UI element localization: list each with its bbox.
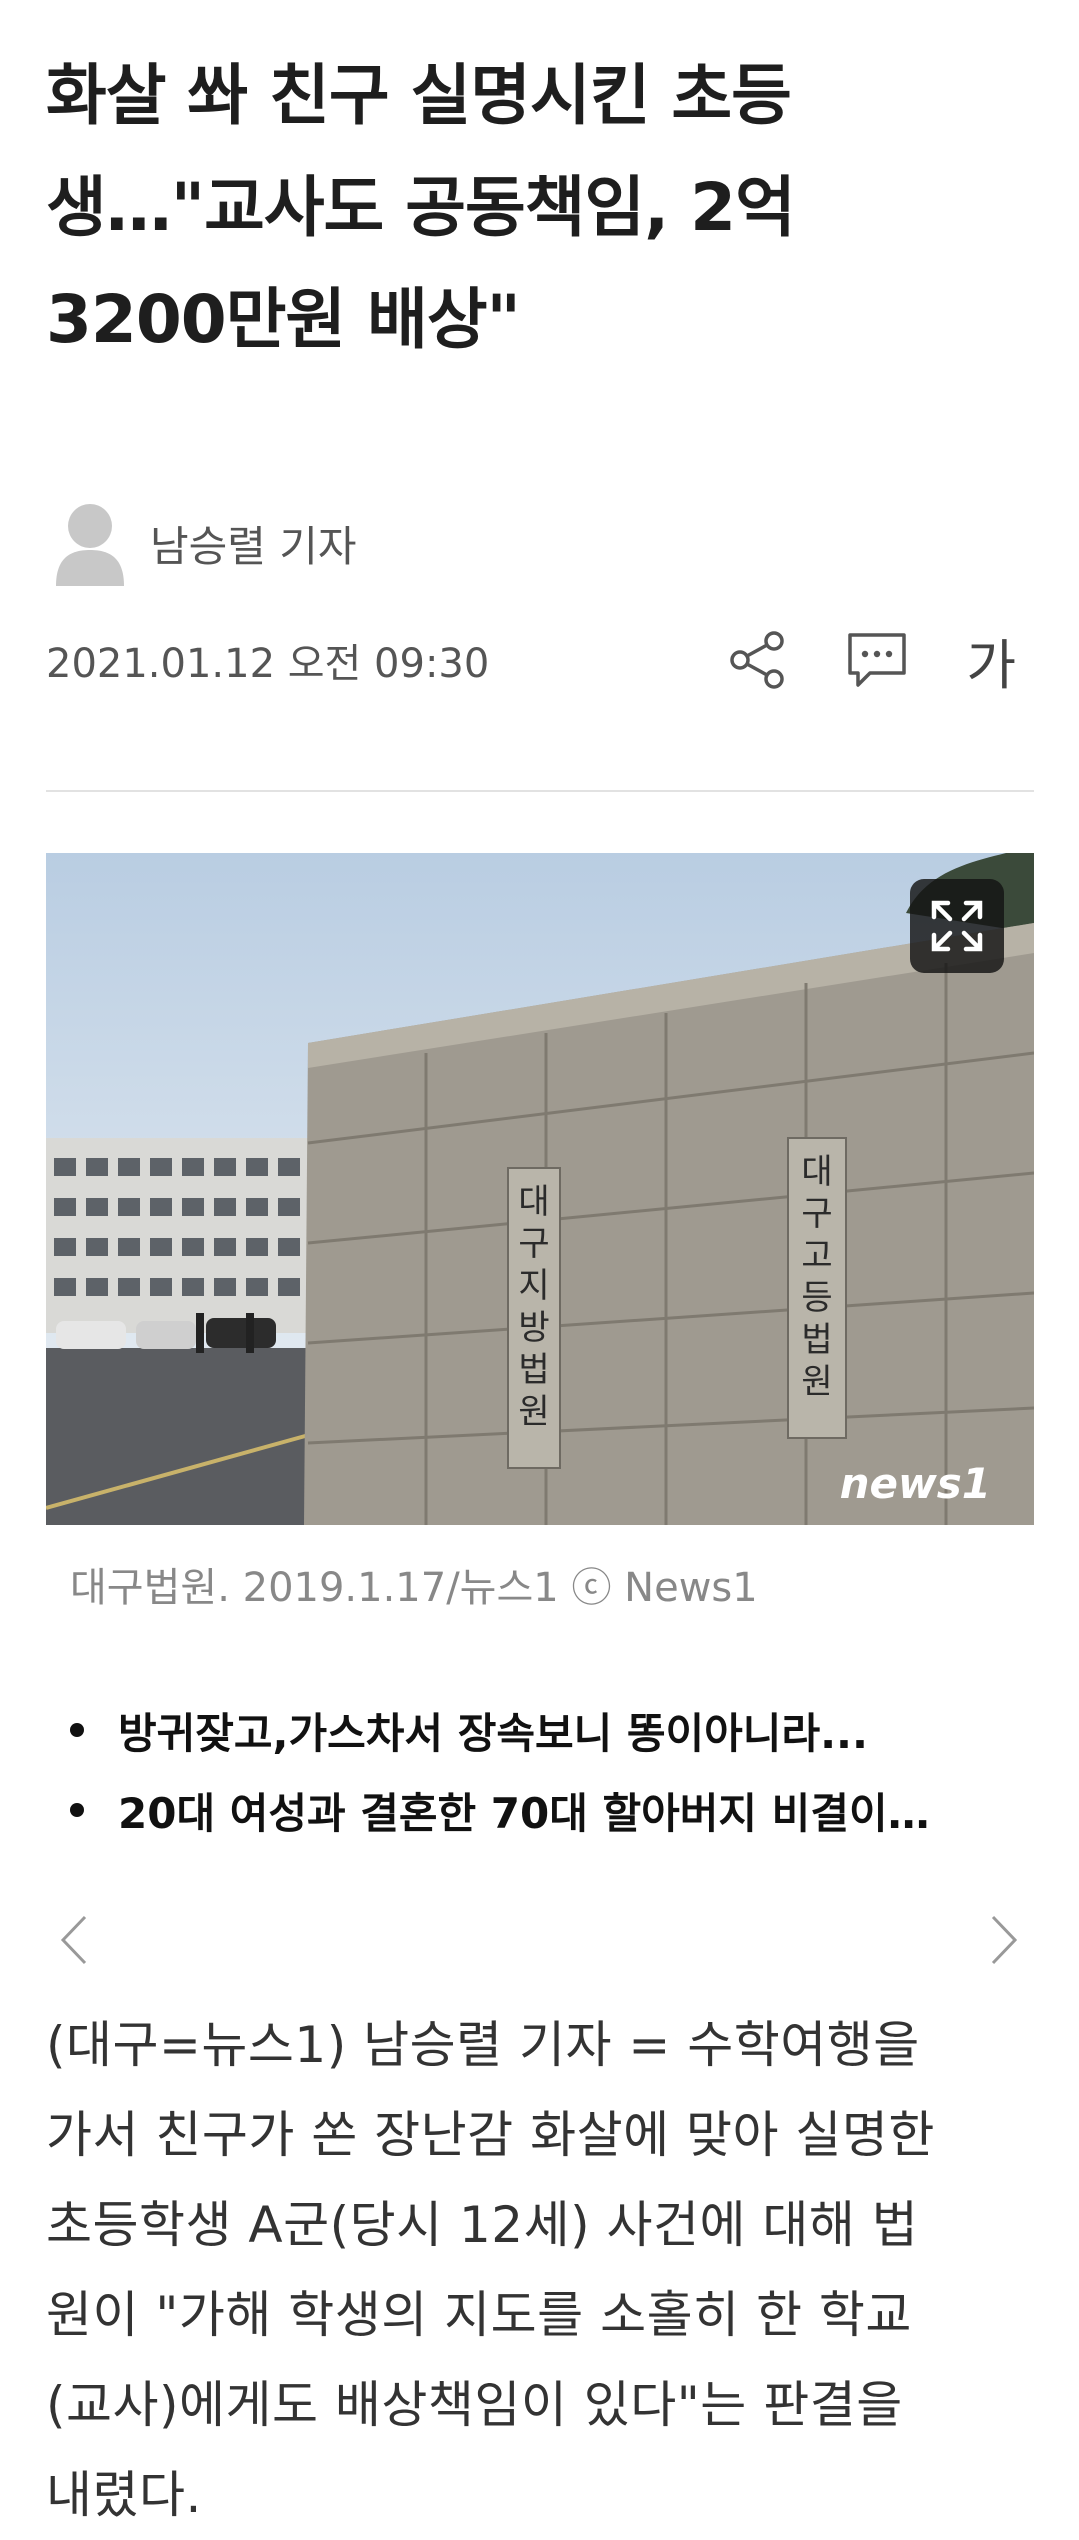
- font-size-label: 가: [966, 633, 1016, 697]
- related-articles: 방귀잦고,가스차서 장속보니 똥이아니라... 20대 여성과 결혼한 70대 …: [70, 1690, 930, 1850]
- publish-date: 2021.01.12 오전 09:30: [46, 641, 490, 687]
- bullet-icon: [70, 1803, 84, 1817]
- body-line: 원이 "가해 학생의 지도를 소홀히 한 학교: [46, 2286, 912, 2344]
- article-photo[interactable]: 대구지방법원 대구고등법원 news1: [46, 853, 1034, 1525]
- headline-line: 화살 쏴 친구 실명시킨 초등: [46, 57, 792, 134]
- prev-related-button[interactable]: [52, 1910, 96, 1970]
- headline-line: 생…"교사도 공동책임, 2억: [46, 169, 796, 246]
- chevron-right-icon: [991, 1915, 1018, 1965]
- related-article-item[interactable]: 20대 여성과 결혼한 70대 할아버지 비결이…: [70, 1770, 930, 1850]
- chevron-left-icon: [60, 1915, 87, 1965]
- headline-line: 3200만원 배상": [46, 281, 521, 358]
- article-tools: 가: [670, 621, 1016, 700]
- comment-icon: [848, 633, 907, 687]
- photo-caption: 대구법원. 2019.1.17/뉴스1 ⓒ News1: [70, 1565, 758, 1611]
- body-line: (대구=뉴스1) 남승렬 기자 = 수학여행을: [46, 2016, 920, 2074]
- body-line: 가서 친구가 쏜 장난감 화살에 맞아 실명한: [46, 2106, 935, 2164]
- related-article-title[interactable]: 방귀잦고,가스차서 장속보니 똥이아니라...: [118, 1700, 868, 1761]
- body-line: (교사)에게도 배상책임이 있다"는 판결을: [46, 2376, 903, 2434]
- divider: [46, 790, 1034, 792]
- article-headline: 화살 쏴 친구 실명시킨 초등 생…"교사도 공동책임, 2억 3200만원 배…: [46, 40, 1026, 376]
- font-size-button[interactable]: 가: [966, 621, 1016, 700]
- share-icon: [730, 631, 785, 689]
- body-line: 내렸다.: [46, 2466, 202, 2524]
- bullet-icon: [70, 1723, 84, 1737]
- expand-icon: [931, 900, 983, 952]
- share-button[interactable]: [728, 629, 788, 691]
- author-name[interactable]: 남승렬 기자: [150, 513, 357, 574]
- person-silhouette-icon: [52, 500, 128, 586]
- body-line: 초등학생 A군(당시 12세) 사건에 대해 법: [46, 2196, 919, 2254]
- article-meta: 2021.01.12 오전 09:30 가: [46, 620, 1016, 700]
- related-article-item[interactable]: 방귀잦고,가스차서 장속보니 똥이아니라...: [70, 1690, 930, 1770]
- author-row[interactable]: 남승렬 기자: [52, 500, 357, 586]
- next-related-button[interactable]: [982, 1910, 1026, 1970]
- related-article-title[interactable]: 20대 여성과 결혼한 70대 할아버지 비결이…: [118, 1780, 930, 1841]
- news1-watermark: news1: [840, 1459, 991, 1508]
- comment-button[interactable]: [846, 631, 908, 689]
- expand-button[interactable]: [910, 879, 1004, 973]
- article-body: (대구=뉴스1) 남승렬 기자 = 수학여행을 가서 친구가 쏜 장난감 화살에…: [46, 2000, 1036, 2540]
